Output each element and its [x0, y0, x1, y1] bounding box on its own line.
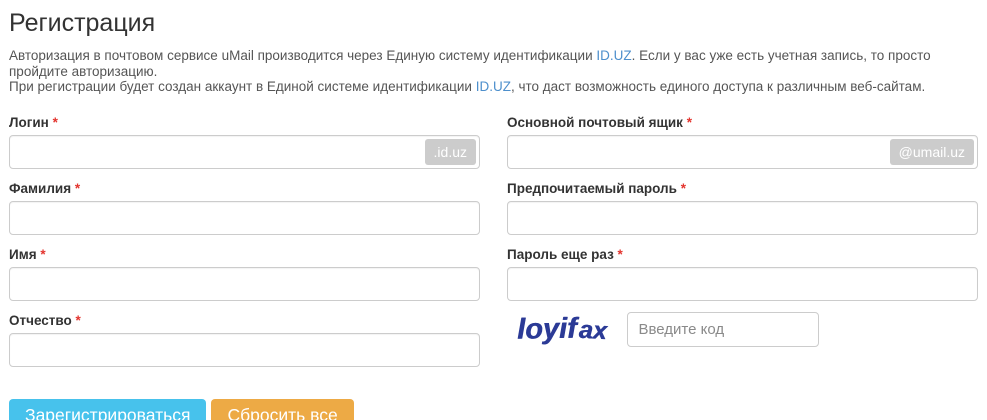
- login-label: Логин *: [9, 114, 480, 131]
- middlename-group: Отчество *: [9, 312, 480, 367]
- iduz-link-2[interactable]: ID.UZ: [476, 79, 511, 94]
- firstname-label-text: Имя: [9, 246, 37, 262]
- login-input[interactable]: [9, 134, 480, 169]
- password-repeat-label: Пароль еще раз *: [507, 246, 978, 263]
- login-group: Логин * .id.uz: [9, 114, 480, 169]
- firstname-input[interactable]: [9, 266, 480, 301]
- mailbox-input[interactable]: [507, 134, 978, 169]
- login-input-wrap: .id.uz: [9, 134, 480, 169]
- password-repeat-required-marker: *: [617, 246, 623, 262]
- captcha-code-part2: ax: [577, 315, 608, 345]
- lastname-required-marker: *: [74, 180, 81, 196]
- password-required-marker: *: [680, 180, 686, 196]
- iduz-link-1[interactable]: ID.UZ: [596, 48, 631, 63]
- password-repeat-label-text: Пароль еще раз: [507, 246, 614, 262]
- page-title: Регистрация: [9, 9, 156, 37]
- intro-p1-text: Авторизация в почтовом сервисе uMail про…: [9, 48, 597, 63]
- firstname-group: Имя *: [9, 246, 480, 301]
- intro-paragraph-2: При регистрации будет создан аккаунт в Е…: [9, 79, 978, 95]
- mailbox-input-wrap: @umail.uz: [507, 134, 978, 169]
- password-input-wrap: [507, 200, 978, 235]
- intro-text: Авторизация в почтовом сервисе uMail про…: [9, 48, 978, 95]
- password-group: Предпочитаемый пароль *: [507, 180, 978, 235]
- middlename-label-text: Отчество: [9, 312, 72, 328]
- mailbox-group: Основной почтовый ящик * @umail.uz: [507, 114, 978, 169]
- password-input[interactable]: [507, 200, 978, 235]
- password-repeat-group: Пароль еще раз *: [507, 246, 978, 301]
- lastname-label-text: Фамилия: [9, 180, 72, 196]
- middlename-input-wrap: [9, 332, 480, 367]
- firstname-label: Имя *: [9, 246, 480, 263]
- form-column-right: Основной почтовый ящик * @umail.uz Предп…: [507, 114, 978, 378]
- reset-button[interactable]: Сбросить все: [211, 398, 354, 420]
- login-required-marker: *: [52, 114, 58, 130]
- captcha-input[interactable]: [627, 311, 820, 347]
- login-label-text: Логин: [9, 114, 49, 130]
- mailbox-required-marker: *: [686, 114, 692, 130]
- password-repeat-input-wrap: [507, 266, 978, 301]
- mailbox-label-text: Основной почтовый ящик: [507, 114, 683, 130]
- firstname-input-wrap: [9, 266, 480, 301]
- captcha-image: loyifax: [517, 311, 607, 348]
- intro-paragraph-1: Авторизация в почтовом сервисе uMail про…: [9, 48, 978, 79]
- intro-p2-text: При регистрации будет создан аккаунт в Е…: [9, 79, 476, 94]
- registration-page: Регистрация Авторизация в почтовом серви…: [0, 0, 987, 420]
- form-actions: Зарегистрироваться Сбросить все: [9, 398, 978, 420]
- registration-form: Логин * .id.uz Фамилия * Имя * Отчество …: [9, 114, 978, 378]
- mailbox-label: Основной почтовый ящик *: [507, 114, 978, 131]
- middlename-input[interactable]: [9, 332, 480, 367]
- firstname-required-marker: *: [40, 246, 46, 262]
- intro-p2-tail: , что даст возможность единого доступа к…: [510, 79, 926, 94]
- middlename-label: Отчество *: [9, 312, 480, 329]
- captcha-code-part1: loyif: [516, 312, 577, 346]
- form-column-left: Логин * .id.uz Фамилия * Имя * Отчество …: [9, 114, 480, 378]
- password-label-text: Предпочитаемый пароль: [507, 180, 677, 196]
- lastname-input-wrap: [9, 200, 480, 235]
- lastname-input[interactable]: [9, 200, 480, 235]
- password-label: Предпочитаемый пароль *: [507, 180, 978, 197]
- middlename-required-marker: *: [75, 312, 81, 328]
- captcha-row: loyifax: [507, 311, 978, 348]
- register-button[interactable]: Зарегистрироваться: [9, 398, 207, 420]
- lastname-label: Фамилия *: [9, 180, 480, 197]
- password-repeat-input[interactable]: [507, 266, 978, 301]
- lastname-group: Фамилия *: [9, 180, 480, 235]
